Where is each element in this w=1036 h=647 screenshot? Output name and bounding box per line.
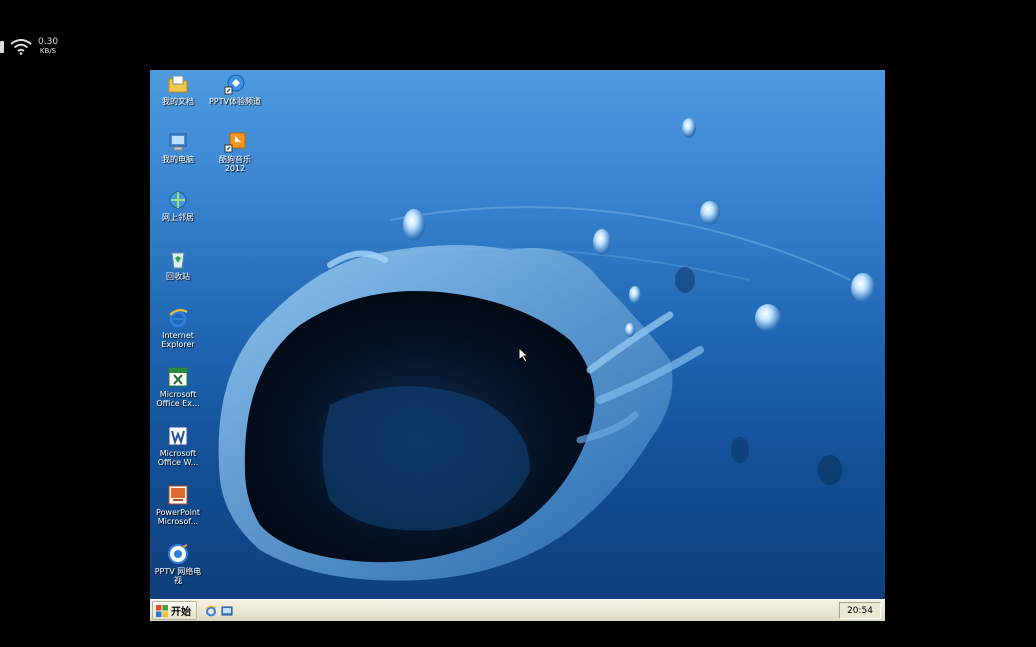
desktop-icon-powerpoint[interactable]: PowerPoint Microsof... [150,484,207,526]
desktop-icon-pptv-channel[interactable]: PPTV体验频道 [206,73,264,106]
clock-time: 20:54 [847,605,873,616]
excel-icon [168,367,188,387]
mouse-cursor-icon [518,347,530,363]
word-icon [168,426,188,446]
desktop-icon-internet-explorer[interactable]: Internet Explorer [150,307,207,349]
desktop-icon-my-computer[interactable]: 我的电脑 [150,131,207,164]
desktop-icon-word[interactable]: Microsoft Office W... [150,425,207,467]
network-speed-unit: KB/S [39,47,57,55]
desktop-icon-recycle-bin[interactable]: 回收站 [150,248,207,281]
recycle-bin-icon [171,252,185,269]
desktop-icon-network[interactable]: 网上邻居 [150,189,207,222]
battery-icon [0,41,4,53]
start-button[interactable]: 开始 [152,601,197,620]
internet-explorer-icon [169,309,188,328]
network-speed-value: 0.30 [38,37,59,47]
powerpoint-icon [168,485,188,505]
network-icon [169,191,187,209]
system-tray-clock[interactable]: 20:54 [839,602,881,619]
desktop-icon-excel[interactable]: Microsoft Office Ex... [150,366,207,408]
wifi-icon [10,39,32,55]
taskbar: 开始 20:54 [150,599,885,621]
network-speed: 0.30 KB/S [38,38,58,56]
pptv-icon [168,544,188,564]
desktop: 我的文档 我的电脑 网上邻居 回收站 Internet Explorer Mic… [150,70,885,621]
status-bar: 0.30 KB/S [0,36,58,58]
desktop-icon-kugou-music[interactable]: 酷狗音乐 2012 [206,131,264,173]
windows-logo-icon [156,604,168,617]
quick-launch [205,605,233,617]
ie-quick-launch-icon[interactable] [205,605,217,617]
folder-documents-icon [168,75,188,93]
computer-icon [169,133,187,151]
pptv-shortcut-icon [224,74,245,95]
show-desktop-icon[interactable] [221,605,233,617]
start-button-label: 开始 [171,607,191,618]
music-shortcut-icon [224,132,246,153]
desktop-icon-my-documents[interactable]: 我的文档 [150,73,207,106]
desktop-icon-pptv[interactable]: PPTV 网络电 视 [150,543,207,585]
